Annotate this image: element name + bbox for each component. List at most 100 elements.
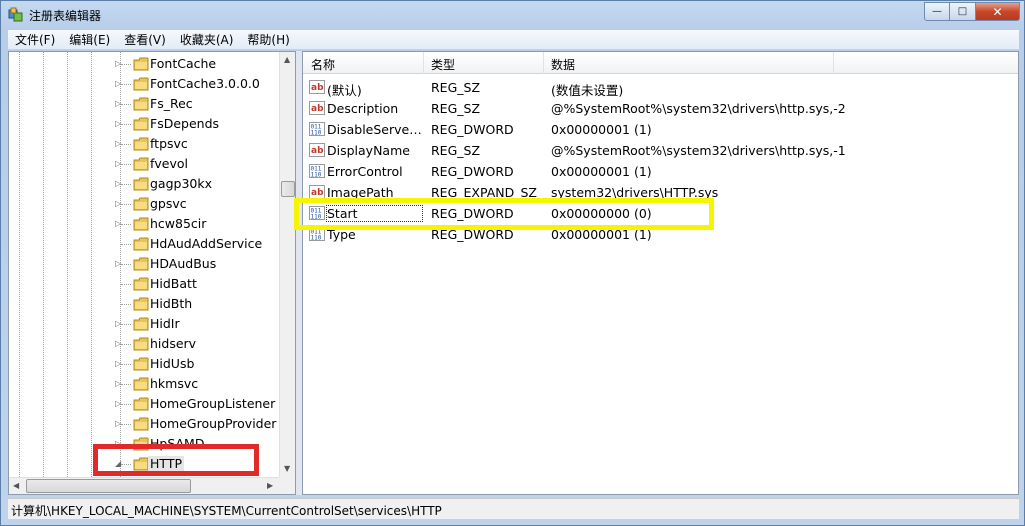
- tree-item-label: HdAudAddService: [150, 236, 263, 251]
- value-name: Description: [327, 101, 399, 116]
- title-bar[interactable]: 注册表编辑器 — □ ✕: [1, 1, 1024, 30]
- list-row[interactable]: ab Description REG_SZ @%SystemRoot%\system3…: [303, 98, 1018, 119]
- tree-item[interactable]: ▷ Fs_Rec: [9, 94, 279, 114]
- scroll-up-icon[interactable]: ▲: [284, 55, 290, 64]
- tree-item-label: HTTP: [148, 456, 184, 471]
- tree-item[interactable]: ▷ hcw85cir: [9, 214, 279, 234]
- value-type: REG_SZ: [431, 143, 481, 158]
- menu-file[interactable]: 文件(F): [8, 31, 62, 48]
- list-row[interactable]: 011 110 ErrorControl REG_DWORD 0x00000001 (1…: [303, 161, 1018, 182]
- menu-edit[interactable]: 编辑(E): [62, 31, 117, 48]
- folder-icon: [133, 197, 149, 211]
- tree-item[interactable]: ▷ HomeGroupProvider: [9, 414, 279, 434]
- binary-value-icon: 011110: [309, 164, 325, 178]
- tree-horizontal-scrollbar[interactable]: ◀ ▶: [9, 477, 279, 494]
- list-row[interactable]: 011 110 Start REG_DWORD 0x00000000 (0): [303, 203, 1018, 224]
- tree-item[interactable]: HdAudAddService: [9, 234, 279, 254]
- tree-item-label: HomeGroupListener: [150, 396, 276, 411]
- tree-item[interactable]: ▷ fvevol: [9, 154, 279, 174]
- list-row[interactable]: 011 110 DisableServer... REG_DWORD 0x0000000…: [303, 119, 1018, 140]
- scroll-left-icon[interactable]: ◀: [13, 481, 19, 490]
- status-path: 计算机\HKEY_LOCAL_MACHINE\SYSTEM\CurrentCon…: [11, 504, 442, 518]
- tree-connector: [121, 144, 131, 145]
- folder-icon: [133, 57, 149, 71]
- regedit-window: 注册表编辑器 — □ ✕ 文件(F) 编辑(E) 查看(V) 收藏夹(A) 帮助…: [0, 0, 1025, 526]
- scroll-right-icon[interactable]: ▶: [267, 481, 273, 490]
- menu-view[interactable]: 查看(V): [117, 31, 173, 48]
- tree-connector: [121, 84, 131, 85]
- window-title: 注册表编辑器: [29, 9, 102, 23]
- tree-item[interactable]: ▷ FontCache: [9, 54, 279, 74]
- tree-connector: [121, 184, 131, 185]
- value-type: REG_SZ: [431, 101, 481, 116]
- menu-bar: 文件(F) 编辑(E) 查看(V) 收藏夹(A) 帮助(H): [8, 30, 1019, 50]
- list-row[interactable]: 011 110 Type REG_DWORD 0x00000001 (1): [303, 224, 1018, 245]
- value-data: 0x00000001 (1): [551, 164, 652, 179]
- value-type: REG_DWORD: [431, 227, 514, 242]
- value-name: ImagePath: [327, 185, 394, 200]
- tree-item[interactable]: ▷ hidserv: [9, 334, 279, 354]
- folder-icon: [133, 177, 149, 191]
- svg-text:ab: ab: [311, 83, 324, 93]
- tree-item[interactable]: ▷ HidUsb: [9, 354, 279, 374]
- value-data: 0x00000001 (1): [551, 122, 652, 137]
- svg-text:ab: ab: [311, 146, 324, 156]
- column-divider[interactable]: [543, 52, 544, 74]
- menu-favorites[interactable]: 收藏夹(A): [173, 31, 241, 48]
- tree-connector: [121, 224, 131, 225]
- minimize-button[interactable]: —: [924, 2, 950, 21]
- string-value-icon: ab: [309, 80, 325, 94]
- menu-help[interactable]: 帮助(H): [240, 31, 296, 48]
- tree-item[interactable]: HidBatt: [9, 274, 279, 294]
- string-value-icon: ab: [309, 143, 325, 157]
- tree-connector: [121, 204, 131, 205]
- list-row[interactable]: ab ImagePath REG_EXPAND_SZ system32\drivers…: [303, 182, 1018, 203]
- column-header-data[interactable]: 数据: [551, 56, 575, 73]
- tree-item[interactable]: ▷ hkmsvc: [9, 374, 279, 394]
- maximize-button[interactable]: □: [950, 2, 976, 21]
- column-divider[interactable]: [833, 52, 834, 74]
- tree-item[interactable]: ▷ HpSAMD: [9, 434, 279, 454]
- tree-connector: [121, 364, 131, 365]
- tree-item[interactable]: ▷ gagp30kx: [9, 174, 279, 194]
- scroll-thumb[interactable]: [281, 181, 295, 197]
- svg-text:110: 110: [311, 214, 322, 221]
- tree-item[interactable]: ▷ FsDepends: [9, 114, 279, 134]
- tree-item-label: FsDepends: [150, 116, 220, 131]
- string-value-icon: ab: [309, 101, 325, 115]
- tree-vertical-scrollbar[interactable]: ▲ ▼: [279, 52, 295, 477]
- tree-item[interactable]: ▷ gpsvc: [9, 194, 279, 214]
- scroll-down-icon[interactable]: ▼: [284, 464, 290, 473]
- registry-tree[interactable]: ▷ FontCache ▷ FontCache3.0.0.0 ▷ Fs_Rec ▷ FsDep…: [8, 51, 296, 495]
- scroll-corner: [279, 477, 295, 494]
- maximize-icon: □: [957, 6, 968, 17]
- tree-connector: [121, 404, 131, 405]
- values-list[interactable]: 名称 类型 数据 ab (默认) REG_SZ (数值未设置) ab Descriptio…: [302, 51, 1019, 495]
- close-button[interactable]: ✕: [976, 2, 1020, 21]
- tree-connector: [121, 164, 131, 165]
- tree-item[interactable]: ▷ ftpsvc: [9, 134, 279, 154]
- value-data: @%SystemRoot%\system32\drivers\http.sys,…: [551, 143, 846, 158]
- column-header-name[interactable]: 名称: [311, 56, 335, 73]
- tree-item[interactable]: ◢ HTTP: [9, 454, 279, 474]
- value-name: ErrorControl: [327, 164, 403, 179]
- column-divider[interactable]: [423, 52, 424, 74]
- tree-item[interactable]: ▷ HomeGroupListener: [9, 394, 279, 414]
- tree-connector: [121, 384, 131, 385]
- value-data: 0x00000001 (1): [551, 227, 652, 242]
- column-header-type[interactable]: 类型: [431, 56, 455, 73]
- tree-item-label: hkmsvc: [150, 376, 199, 391]
- value-type: REG_EXPAND_SZ: [431, 185, 537, 200]
- tree-item[interactable]: ▷ FontCache3.0.0.0: [9, 74, 279, 94]
- list-row[interactable]: ab (默认) REG_SZ (数值未设置): [303, 77, 1018, 98]
- folder-icon: [133, 257, 149, 271]
- folder-icon: [133, 337, 149, 351]
- tree-item[interactable]: ▷ HDAudBus: [9, 254, 279, 274]
- scroll-thumb[interactable]: [26, 479, 191, 493]
- folder-icon: [133, 97, 149, 111]
- tree-item[interactable]: ▷ HidIr: [9, 314, 279, 334]
- list-row[interactable]: ab DisplayName REG_SZ @%SystemRoot%\system3…: [303, 140, 1018, 161]
- tree-connector: [121, 344, 131, 345]
- tree-item[interactable]: HidBth: [9, 294, 279, 314]
- value-name: Type: [327, 227, 356, 242]
